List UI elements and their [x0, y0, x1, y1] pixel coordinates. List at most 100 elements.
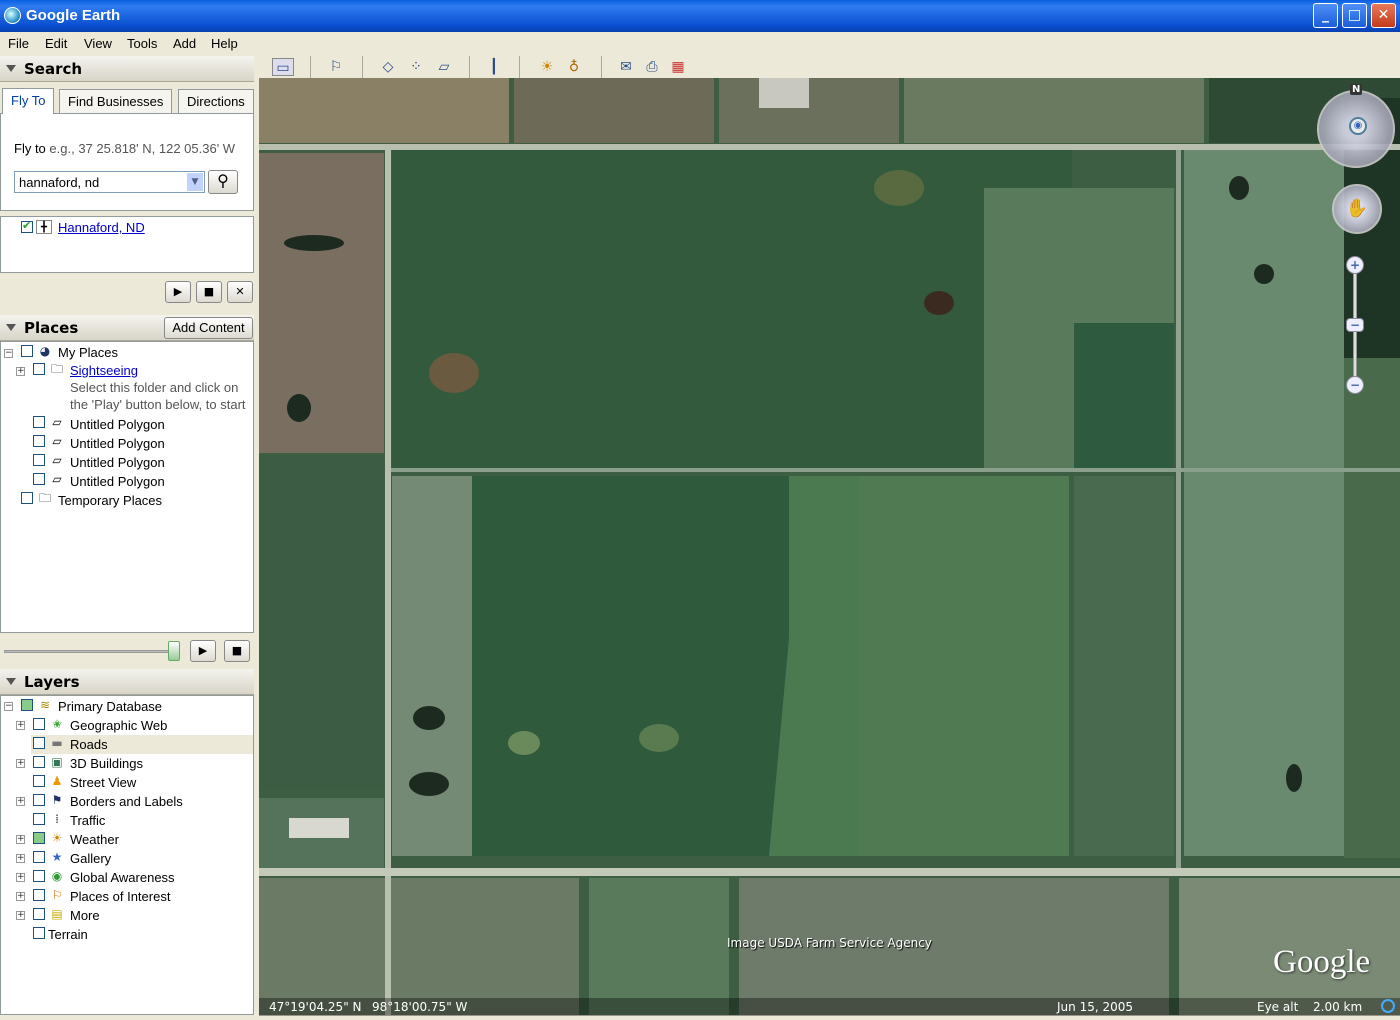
sightseeing-checkbox[interactable] — [33, 363, 45, 375]
zoom-slider-thumb[interactable]: − — [1346, 318, 1364, 332]
folder-icon: 🗀 — [50, 362, 63, 376]
sidebar-toggle-icon[interactable]: ▭ — [272, 58, 294, 76]
polygon-checkbox[interactable] — [33, 454, 45, 466]
fly-to-label: Fly to — [14, 141, 46, 156]
tree-item-sightseeing[interactable]: Sightseeing — [70, 363, 138, 381]
sunlight-icon[interactable]: ☀ — [536, 58, 558, 76]
dropdown-arrow-icon[interactable]: ▼ — [187, 173, 203, 191]
layer-geographic-web[interactable]: Geographic Web — [70, 718, 167, 736]
layer-checkbox[interactable] — [33, 794, 45, 806]
layer-checkbox[interactable] — [33, 775, 45, 787]
expand-toggle[interactable]: + — [16, 911, 25, 920]
expand-toggle[interactable]: + — [16, 854, 25, 863]
expand-toggle[interactable]: + — [16, 835, 25, 844]
expand-toggle[interactable]: − — [4, 702, 13, 711]
layer-weather[interactable]: Weather — [70, 832, 119, 850]
menu-add[interactable]: Add — [173, 36, 196, 51]
result-checkbox[interactable] — [21, 219, 33, 233]
layer-roads[interactable]: Roads — [70, 737, 108, 755]
hand-move-icon[interactable]: ✋ — [1332, 184, 1382, 234]
layer-terrain[interactable]: Terrain — [48, 927, 88, 945]
stop-tour-button[interactable]: ■ — [224, 640, 250, 662]
tab-find-businesses[interactable]: Find Businesses — [59, 89, 173, 113]
temporary-places-checkbox[interactable] — [21, 492, 33, 504]
email-icon[interactable]: ✉ — [615, 58, 637, 76]
expand-toggle[interactable]: + — [16, 721, 25, 730]
tree-item-my-places[interactable]: My Places — [58, 345, 118, 363]
polygon-checkbox[interactable] — [33, 416, 45, 428]
minimize-button[interactable]: _ — [1313, 3, 1338, 28]
layer-borders-and-labels[interactable]: Borders and Labels — [70, 794, 183, 812]
tab-directions[interactable]: Directions — [178, 89, 254, 113]
compass-north[interactable]: N — [1350, 84, 1363, 95]
layer-checkbox[interactable] — [33, 889, 45, 901]
layer-primary-database[interactable]: Primary Database — [58, 699, 162, 717]
close-button[interactable]: ✕ — [1371, 3, 1396, 28]
fly-to-input[interactable]: hannaford, nd ▼ — [14, 171, 205, 193]
play-tour-button[interactable]: ▶ — [165, 281, 191, 303]
layer-checkbox[interactable] — [33, 851, 45, 863]
placemark-icon[interactable]: ⚐ — [325, 58, 347, 76]
image-overlay-icon[interactable]: ▱ — [433, 58, 455, 76]
tab-fly-to[interactable]: Fly To — [2, 88, 55, 114]
layer-checkbox[interactable] — [33, 813, 45, 825]
layer-street-view[interactable]: Street View — [70, 775, 136, 793]
tree-item-polygon[interactable]: Untitled Polygon — [70, 474, 165, 492]
tree-item-polygon[interactable]: Untitled Polygon — [70, 417, 165, 435]
expand-toggle[interactable]: + — [16, 367, 25, 376]
search-panel-header[interactable]: Search — [0, 56, 254, 82]
my-places-checkbox[interactable] — [21, 345, 33, 357]
zoom-out-icon[interactable]: − — [1346, 376, 1364, 394]
look-joystick[interactable]: ◉ — [1317, 90, 1395, 168]
path-icon[interactable]: ⁘ — [405, 58, 427, 76]
stop-tour-button[interactable]: ■ — [196, 281, 222, 303]
tour-slider-thumb[interactable] — [168, 641, 180, 661]
sightseeing-hint-line-2: the 'Play' button below, to start — [70, 397, 246, 412]
map-view[interactable]: Image USDA Farm Service Agency Google ◉ … — [259, 78, 1400, 1015]
ruler-icon[interactable]: ┃ — [483, 58, 505, 76]
layer-checkbox[interactable] — [33, 870, 45, 882]
layer-checkbox[interactable] — [33, 927, 45, 939]
expand-toggle[interactable]: + — [16, 797, 25, 806]
menu-help[interactable]: Help — [211, 36, 238, 51]
layer-more[interactable]: More — [70, 908, 100, 926]
tree-item-polygon[interactable]: Untitled Polygon — [70, 436, 165, 454]
zoom-in-icon[interactable]: + — [1346, 256, 1364, 274]
menu-edit[interactable]: Edit — [45, 36, 67, 51]
tree-item-temporary-places[interactable]: Temporary Places — [58, 493, 162, 511]
layer-checkbox[interactable] — [33, 756, 45, 768]
layers-panel-header[interactable]: Layers — [0, 669, 254, 695]
planet-icon[interactable]: ♁ — [563, 58, 585, 76]
layer-gallery[interactable]: Gallery — [70, 851, 111, 869]
clear-results-button[interactable]: ✕ — [227, 281, 253, 303]
layer-3d-buildings[interactable]: 3D Buildings — [70, 756, 143, 774]
menu-view[interactable]: View — [84, 36, 112, 51]
polygon-checkbox[interactable] — [33, 473, 45, 485]
layer-global-awareness[interactable]: Global Awareness — [70, 870, 175, 888]
polygon-checkbox[interactable] — [33, 435, 45, 447]
layer-checkbox[interactable] — [33, 737, 45, 749]
expand-toggle[interactable]: − — [4, 349, 13, 358]
expand-toggle[interactable]: + — [16, 892, 25, 901]
tree-item-polygon[interactable]: Untitled Polygon — [70, 455, 165, 473]
search-result-link[interactable]: Hannaford, ND — [58, 220, 145, 235]
menu-tools[interactable]: Tools — [127, 36, 157, 51]
expand-toggle[interactable]: + — [16, 759, 25, 768]
tour-slider-track[interactable] — [4, 650, 180, 653]
layer-checkbox[interactable] — [21, 699, 33, 711]
layer-checkbox[interactable] — [33, 718, 45, 730]
polygon-icon[interactable]: ◇ — [377, 58, 399, 76]
add-content-button[interactable]: Add Content — [164, 317, 253, 339]
layer-traffic[interactable]: Traffic — [70, 813, 105, 831]
layer-places-of-interest[interactable]: Places of Interest — [70, 889, 170, 907]
print-icon[interactable]: ⎙ — [641, 58, 663, 76]
play-tour-button[interactable]: ▶ — [190, 640, 216, 662]
expand-toggle[interactable]: + — [16, 873, 25, 882]
layer-checkbox[interactable] — [33, 908, 45, 920]
maximize-button[interactable]: □ — [1342, 3, 1367, 28]
menu-file[interactable]: File — [8, 36, 29, 51]
collapse-triangle-icon — [6, 65, 16, 72]
layer-checkbox[interactable] — [33, 832, 45, 844]
google-maps-icon[interactable]: ▦ — [667, 58, 689, 76]
search-button[interactable]: ⚲ — [208, 170, 238, 194]
